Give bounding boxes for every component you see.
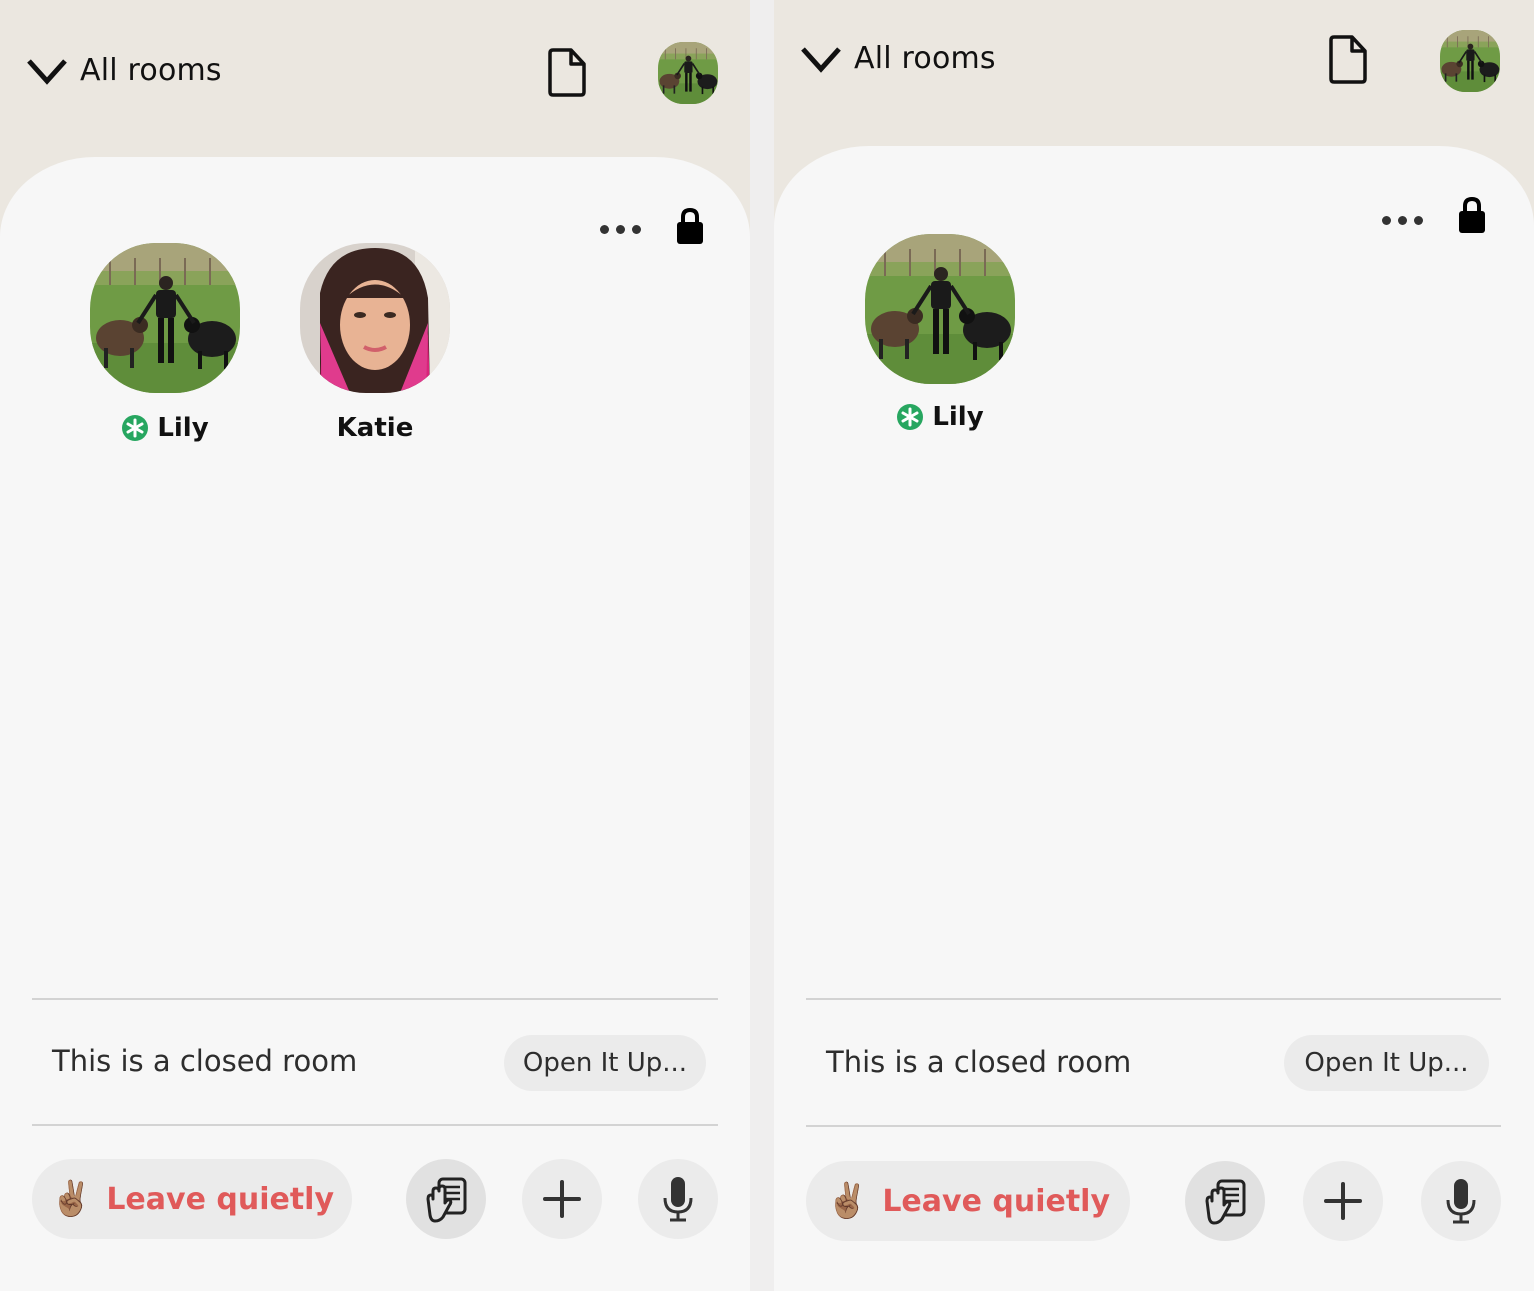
profile-avatar[interactable]: [658, 42, 718, 104]
all-rooms-label: All rooms: [80, 53, 222, 88]
add-button[interactable]: [1303, 1161, 1383, 1241]
speaker-name: Katie: [336, 413, 414, 443]
peace-sign-icon: ✌🏽: [49, 1179, 93, 1219]
moderator-badge-icon: [897, 404, 924, 430]
lock-icon: [1459, 196, 1485, 233]
chevron-down-icon: [27, 58, 67, 85]
add-button[interactable]: [522, 1159, 602, 1239]
document-icon[interactable]: [1328, 35, 1368, 85]
closed-room-text: This is a closed room: [52, 1044, 358, 1078]
microphone-icon: [663, 1177, 693, 1222]
more-options-button[interactable]: [1382, 216, 1423, 225]
avatar-photo-pink-hair: [300, 243, 450, 393]
speaker-tile[interactable]: Katie: [300, 243, 450, 443]
avatar-photo-sheep: [658, 42, 718, 104]
peace-sign-icon: ✌🏽: [825, 1181, 869, 1221]
top-bar: All rooms: [0, 0, 750, 150]
leave-quietly-label: Leave quietly: [106, 1181, 335, 1217]
closed-room-text: This is a closed room: [826, 1045, 1132, 1079]
divider: [32, 998, 718, 1000]
speaker-name-row: Katie: [300, 413, 450, 443]
microphone-icon: [1446, 1179, 1476, 1224]
all-rooms-label: All rooms: [854, 41, 996, 76]
dot: [1414, 216, 1423, 225]
dot: [600, 225, 609, 234]
room-card: Lily This is a closed room Open It Up...…: [774, 146, 1534, 1291]
moderator-badge-icon: [122, 415, 149, 441]
avatar-photo-sheep: [90, 243, 240, 393]
lock-icon: [677, 207, 703, 244]
open-it-up-button[interactable]: Open It Up...: [504, 1035, 706, 1091]
raise-hand-button[interactable]: [406, 1159, 486, 1239]
avatar-photo-sheep: [865, 234, 1015, 384]
panel-separator: [750, 0, 774, 1291]
profile-avatar[interactable]: [1440, 30, 1500, 92]
speaker-name: Lily: [932, 402, 984, 432]
room-panel-right: All rooms Lily This is a closed room Ope…: [774, 0, 1534, 1291]
microphone-button[interactable]: [1421, 1161, 1501, 1241]
raise-hand-button[interactable]: [1185, 1161, 1265, 1241]
speaker-name-row: Lily: [90, 413, 240, 443]
divider: [806, 998, 1501, 1000]
open-it-up-button[interactable]: Open It Up...: [1284, 1035, 1489, 1091]
all-rooms-button[interactable]: All rooms: [800, 41, 996, 76]
top-bar: All rooms: [774, 0, 1534, 150]
plus-icon: [543, 1180, 581, 1218]
leave-quietly-button[interactable]: ✌🏽 Leave quietly: [806, 1161, 1130, 1241]
leave-quietly-button[interactable]: ✌🏽 Leave quietly: [32, 1159, 352, 1239]
speaker-avatar[interactable]: [300, 243, 450, 393]
leave-quietly-label: Leave quietly: [882, 1183, 1111, 1219]
speaker-tile[interactable]: Lily: [90, 243, 240, 443]
chevron-down-icon: [801, 46, 841, 73]
plus-icon: [1324, 1182, 1362, 1220]
divider: [806, 1125, 1501, 1127]
dot: [616, 225, 625, 234]
dot: [632, 225, 641, 234]
more-options-button[interactable]: [600, 225, 641, 234]
speaker-name-row: Lily: [865, 402, 1015, 432]
room-panel-left: All rooms Lily Katie This is a closed ro…: [0, 0, 750, 1291]
speaker-tile[interactable]: Lily: [865, 234, 1015, 432]
speaker-avatar[interactable]: [865, 234, 1015, 384]
raise-hand-icon: [426, 1177, 467, 1223]
raise-hand-icon: [1205, 1179, 1246, 1225]
document-icon[interactable]: [547, 48, 587, 98]
all-rooms-button[interactable]: All rooms: [26, 53, 222, 88]
room-card: Lily Katie This is a closed room Open It…: [0, 157, 750, 1291]
speaker-avatar[interactable]: [90, 243, 240, 393]
avatar-photo-sheep: [1440, 30, 1500, 92]
speaker-name: Lily: [157, 413, 209, 443]
microphone-button[interactable]: [638, 1159, 718, 1239]
divider: [32, 1124, 718, 1126]
dot: [1382, 216, 1391, 225]
dot: [1398, 216, 1407, 225]
